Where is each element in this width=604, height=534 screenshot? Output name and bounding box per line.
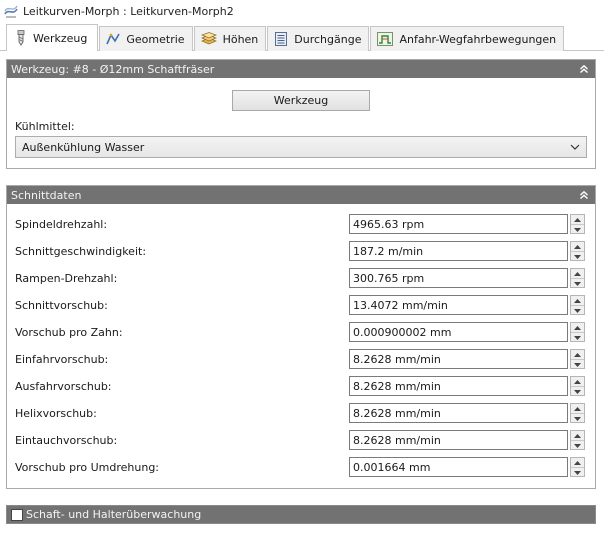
chevron-down-icon: [570, 144, 580, 150]
heights-icon: [200, 32, 217, 45]
passes-icon: [275, 32, 288, 46]
tool-icon: [17, 30, 25, 46]
param-spinner[interactable]: [570, 268, 585, 288]
spin-down-icon[interactable]: [571, 252, 584, 261]
param-label: Spindeldrehzahl:: [15, 218, 108, 231]
tab-label: Geometrie: [126, 32, 185, 46]
param-label: Rampen-Drehzahl:: [15, 272, 118, 285]
tab-werkzeug[interactable]: Werkzeug: [6, 24, 99, 51]
spin-up-icon[interactable]: [571, 215, 584, 224]
holder-monitoring-checkbox[interactable]: [11, 508, 23, 521]
param-spinner[interactable]: [570, 457, 585, 477]
param-row: Vorschub pro Zahn: 0.000900002 mm: [7, 322, 595, 344]
spin-down-icon[interactable]: [571, 387, 584, 396]
tab-durchgaenge[interactable]: Durchgänge: [267, 26, 370, 51]
param-label: Einfahrvorschub:: [15, 353, 109, 366]
spin-up-icon[interactable]: [571, 323, 584, 332]
spin-down-icon[interactable]: [571, 414, 584, 423]
tab-hoehen[interactable]: Höhen: [193, 26, 267, 51]
spin-down-icon[interactable]: [571, 441, 584, 450]
param-value-input[interactable]: 8.2628 mm/min: [349, 403, 568, 423]
param-value-input[interactable]: 0.001664 mm: [349, 457, 568, 477]
param-label: Schnittgeschwindigkeit:: [15, 245, 147, 258]
tool-panel: Werkzeug: #8 - Ø12mm Schaftfräser Werkze…: [6, 59, 596, 169]
coolant-label: Kühlmittel:: [15, 120, 75, 133]
param-row: Spindeldrehzahl: 4965.63 rpm: [7, 214, 595, 236]
tab-label: Anfahr-Wegfahrbewegungen: [399, 32, 557, 46]
holder-monitoring-title: Schaft- und Halterüberwachung: [26, 508, 202, 521]
param-value-input[interactable]: 8.2628 mm/min: [349, 430, 568, 450]
spin-down-icon[interactable]: [571, 468, 584, 477]
param-row: Schnittvorschub: 13.4072 mm/min: [7, 295, 595, 317]
param-label: Schnittvorschub:: [15, 299, 108, 312]
spin-down-icon[interactable]: [571, 279, 584, 288]
param-value-input[interactable]: 13.4072 mm/min: [349, 295, 568, 315]
geometry-icon: [106, 33, 121, 45]
select-tool-button[interactable]: Werkzeug: [232, 90, 370, 111]
param-label: Helixvorschub:: [15, 407, 97, 420]
tool-panel-title: Werkzeug: #8 - Ø12mm Schaftfräser: [11, 62, 215, 76]
morph-operation-icon: [4, 5, 18, 18]
spin-up-icon[interactable]: [571, 458, 584, 467]
param-label: Vorschub pro Umdrehung:: [15, 461, 160, 474]
coolant-select[interactable]: Außenkühlung Wasser: [15, 136, 587, 158]
param-spinner[interactable]: [570, 349, 585, 369]
tab-anfahr-wegfahr[interactable]: Anfahr-Wegfahrbewegungen: [370, 26, 565, 51]
spin-up-icon[interactable]: [571, 242, 584, 251]
tab-geometrie[interactable]: Geometrie: [99, 26, 193, 51]
collapse-icon[interactable]: [579, 190, 589, 200]
param-value-input[interactable]: 8.2628 mm/min: [349, 349, 568, 369]
param-spinner[interactable]: [570, 295, 585, 315]
holder-monitoring-header[interactable]: Schaft- und Halterüberwachung: [7, 506, 595, 523]
cutting-data-header[interactable]: Schnittdaten: [7, 186, 595, 204]
spin-up-icon[interactable]: [571, 431, 584, 440]
spin-up-icon[interactable]: [571, 350, 584, 359]
spin-down-icon[interactable]: [571, 333, 584, 342]
param-spinner[interactable]: [570, 322, 585, 342]
tab-strip: Werkzeug Geometrie Höhen Durchgänge Anfa…: [6, 24, 565, 51]
param-spinner[interactable]: [570, 376, 585, 396]
param-value-input[interactable]: 4965.63 rpm: [349, 214, 568, 234]
param-spinner[interactable]: [570, 403, 585, 423]
param-value-input[interactable]: 300.765 rpm: [349, 268, 568, 288]
cutting-data-panel: Schnittdaten Spindeldrehzahl: 4965.63 rpm…: [6, 185, 596, 489]
param-value-input[interactable]: 8.2628 mm/min: [349, 376, 568, 396]
param-spinner[interactable]: [570, 430, 585, 450]
spin-up-icon[interactable]: [571, 377, 584, 386]
spin-up-icon[interactable]: [571, 404, 584, 413]
param-value-input[interactable]: 187.2 m/min: [349, 241, 568, 261]
param-row: Vorschub pro Umdrehung: 0.001664 mm: [7, 457, 595, 479]
collapse-icon[interactable]: [579, 64, 589, 74]
param-row: Rampen-Drehzahl: 300.765 rpm: [7, 268, 595, 290]
window-title: Leitkurven-Morph : Leitkurven-Morph2: [23, 4, 234, 18]
spin-down-icon[interactable]: [571, 306, 584, 315]
spin-down-icon[interactable]: [571, 225, 584, 234]
tab-label: Durchgänge: [294, 32, 362, 46]
param-row: Eintauchvorschub: 8.2628 mm/min: [7, 430, 595, 452]
window-title-bar: Leitkurven-Morph : Leitkurven-Morph2: [0, 0, 604, 22]
param-row: Einfahrvorschub: 8.2628 mm/min: [7, 349, 595, 371]
cutting-data-title: Schnittdaten: [11, 188, 82, 202]
param-spinner[interactable]: [570, 214, 585, 234]
spin-up-icon[interactable]: [571, 269, 584, 278]
tab-label: Höhen: [222, 32, 259, 46]
tab-label: Werkzeug: [33, 31, 88, 45]
linking-icon: [377, 32, 394, 46]
param-label: Eintauchvorschub:: [15, 434, 118, 447]
param-value-input[interactable]: 0.000900002 mm: [349, 322, 568, 342]
tool-panel-header[interactable]: Werkzeug: #8 - Ø12mm Schaftfräser: [7, 60, 595, 78]
param-row: Schnittgeschwindigkeit: 187.2 m/min: [7, 241, 595, 263]
holder-monitoring-panel: Schaft- und Halterüberwachung: [6, 505, 596, 524]
spin-down-icon[interactable]: [571, 360, 584, 369]
param-spinner[interactable]: [570, 241, 585, 261]
coolant-selected-value: Außenkühlung Wasser: [22, 140, 145, 154]
param-label: Vorschub pro Zahn:: [15, 326, 123, 339]
param-label: Ausfahrvorschub:: [15, 380, 112, 393]
spin-up-icon[interactable]: [571, 296, 584, 305]
param-row: Ausfahrvorschub: 8.2628 mm/min: [7, 376, 595, 398]
param-row: Helixvorschub: 8.2628 mm/min: [7, 403, 595, 425]
